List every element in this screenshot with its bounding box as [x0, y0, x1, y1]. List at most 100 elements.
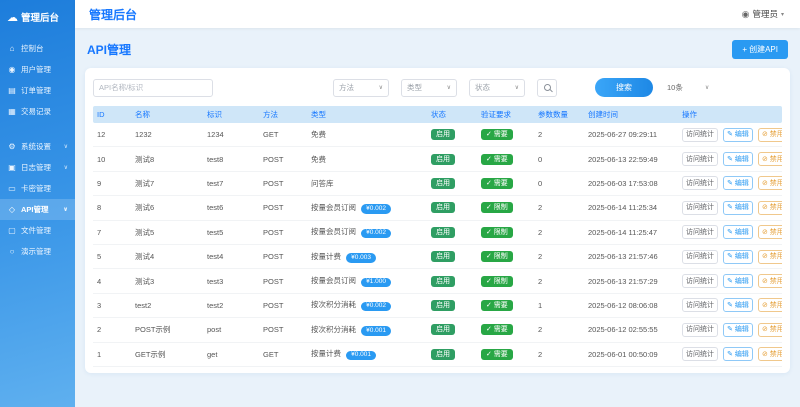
- sidebar-item-demo[interactable]: ○ 演示管理: [0, 241, 75, 262]
- cell-code: get: [207, 349, 218, 359]
- column-header: ID: [97, 110, 105, 119]
- disable-button[interactable]: ⊘ 禁用: [758, 322, 782, 337]
- cell-created: 2025-06-27 09:29:11: [588, 130, 658, 140]
- type-text: 免费: [311, 130, 326, 140]
- cell-method: POST: [263, 325, 284, 335]
- sidebar-item-icon: ▭: [8, 184, 16, 193]
- type-text: 按量计费: [311, 251, 341, 261]
- edit-button[interactable]: ✎ 编辑: [723, 152, 753, 167]
- edit-button[interactable]: ✎ 编辑: [723, 298, 753, 313]
- type-text: 按量计费: [311, 349, 341, 359]
- sidebar-item-settings[interactable]: ⚙ 系统设置 ∨: [0, 136, 75, 157]
- disable-button[interactable]: ⊘ 禁用: [758, 249, 782, 264]
- disable-button[interactable]: ⊘ 禁用: [758, 152, 782, 167]
- cell-status: 启用: [427, 348, 477, 360]
- cell-actions: 访问统计 ✎ 编辑 ⊘ 禁用 ✗ 删除: [678, 176, 782, 191]
- cell-code: 1234: [207, 130, 224, 140]
- cell-name: test2: [135, 300, 152, 310]
- cell-code: test7: [207, 178, 224, 188]
- sidebar-item-orders[interactable]: ▤ 订单管理: [0, 80, 75, 101]
- chevron-down-icon: ∨: [63, 144, 68, 150]
- disable-button[interactable]: ⊘ 禁用: [758, 200, 782, 215]
- cell-name: 测试4: [135, 252, 155, 262]
- method-filter-select[interactable]: 方法 ∨: [333, 78, 389, 97]
- cell-params: 2: [538, 349, 543, 359]
- cell-id: 12: [97, 130, 106, 140]
- create-api-button[interactable]: + 创建API: [732, 40, 788, 59]
- cell-actions: 访问统计 ✎ 编辑 ⊘ 禁用 ✗ 删除: [678, 249, 782, 264]
- table-header-row: ID 名称 标识 方法 类型 状态 验证要求 参数数量 创建时间 操作: [93, 106, 782, 123]
- sidebar-item-users[interactable]: ◉ 用户管理: [0, 59, 75, 80]
- search-button[interactable]: 搜索: [595, 78, 653, 97]
- edit-button[interactable]: ✎ 编辑: [723, 127, 753, 142]
- header-title: 管理后台: [89, 7, 138, 22]
- verify-badge: ✓ 限制: [481, 275, 513, 287]
- edit-button[interactable]: ✎ 编辑: [723, 249, 753, 264]
- cell-method: GET: [263, 130, 279, 140]
- cell-type: 按量计费 ¥0.001: [307, 348, 427, 361]
- table-row: 1 GET示例 get GET 按量计费 ¥0.001 启用 ✓ 需要 2 20…: [93, 343, 782, 367]
- sidebar-item-logs[interactable]: ▣ 日志管理 ∨: [0, 157, 75, 178]
- stats-button[interactable]: 访问统计: [682, 127, 718, 142]
- page-size-select[interactable]: 10条 ∨: [667, 82, 709, 93]
- sidebar-item-trades[interactable]: ▦ 交易记录: [0, 101, 75, 122]
- stats-button[interactable]: 访问统计: [682, 200, 718, 215]
- stats-button[interactable]: 访问统计: [682, 249, 718, 264]
- stats-button[interactable]: 访问统计: [682, 274, 718, 289]
- cell-created: 2025-06-12 02:55:55: [588, 325, 658, 335]
- keyword-search-input[interactable]: [93, 78, 213, 97]
- stats-button[interactable]: 访问统计: [682, 322, 718, 337]
- edit-button[interactable]: ✎ 编辑: [723, 322, 753, 337]
- disable-button[interactable]: ⊘ 禁用: [758, 274, 782, 289]
- stats-button[interactable]: 访问统计: [682, 176, 718, 191]
- status-badge: 启用: [431, 348, 455, 360]
- cell-actions: 访问统计 ✎ 编辑 ⊘ 禁用 ✗ 删除: [678, 152, 782, 167]
- user-menu[interactable]: ◉ 管理员 ▾: [742, 8, 784, 20]
- disable-button[interactable]: ⊘ 禁用: [758, 176, 782, 191]
- disable-button[interactable]: ⊘ 禁用: [758, 127, 782, 142]
- disable-button[interactable]: ⊘ 禁用: [758, 298, 782, 313]
- sidebar-item-icon: ▤: [8, 86, 16, 95]
- edit-button[interactable]: ✎ 编辑: [723, 225, 753, 240]
- cell-id: 1: [97, 349, 102, 359]
- cell-code: test2: [207, 300, 224, 310]
- cell-name: POST示例: [135, 325, 171, 335]
- sidebar-item-label: API管理: [21, 205, 49, 214]
- edit-button[interactable]: ✎ 编辑: [723, 200, 753, 215]
- sidebar-item-console[interactable]: ⌂ 控制台: [0, 38, 75, 59]
- cell-actions: 访问统计 ✎ 编辑 ⊘ 禁用 ✗ 删除: [678, 298, 782, 313]
- sidebar-item-files[interactable]: ▢ 文件管理: [0, 220, 75, 241]
- cell-verify: ✓ 需要: [477, 348, 534, 360]
- cell-actions: 访问统计 ✎ 编辑 ⊘ 禁用 ✗ 删除: [678, 274, 782, 289]
- type-filter-select[interactable]: 类型 ∨: [401, 78, 457, 97]
- table-row: 10 测试8 test8 POST 免费 启用 ✓ 需要 0 2025-06-1…: [93, 147, 782, 172]
- cell-id: 5: [97, 252, 102, 262]
- price-badge: ¥0.003: [346, 253, 376, 263]
- cell-created: 2025-06-13 22:59:49: [588, 154, 658, 164]
- app-window: ☁ 管理后台 ⌂ 控制台 ◉ 用户管理 ▤ 订单管理 ▦ 交易记录 ⚙ 系统设置…: [0, 0, 800, 407]
- edit-button[interactable]: ✎ 编辑: [723, 274, 753, 289]
- stats-button[interactable]: 访问统计: [682, 152, 718, 167]
- status-filter-select[interactable]: 状态 ∨: [469, 78, 525, 97]
- cell-params: 2: [538, 276, 543, 286]
- disable-button[interactable]: ⊘ 禁用: [758, 347, 782, 362]
- verify-badge: ✓ 需要: [481, 177, 513, 189]
- filter-bar: 方法 ∨ 类型 ∨ 状态 ∨ 搜索: [93, 78, 782, 97]
- verify-badge: ✓ 需要: [481, 129, 513, 141]
- cell-method: POST: [263, 276, 284, 286]
- edit-button[interactable]: ✎ 编辑: [723, 347, 753, 362]
- sidebar-item-api[interactable]: ◇ API管理 ∨: [0, 199, 75, 220]
- stats-button[interactable]: 访问统计: [682, 298, 718, 313]
- disable-button[interactable]: ⊘ 禁用: [758, 225, 782, 240]
- stats-button[interactable]: 访问统计: [682, 347, 718, 362]
- cell-status: 启用: [427, 153, 477, 165]
- cell-id: 10: [97, 154, 106, 164]
- stats-button[interactable]: 访问统计: [682, 225, 718, 240]
- page-title: API管理: [87, 43, 132, 57]
- type-text: 问答库: [311, 178, 334, 188]
- quick-search-button[interactable]: [537, 78, 557, 97]
- sidebar-item-cards[interactable]: ▭ 卡密管理: [0, 178, 75, 199]
- table-body: 12 1232 1234 GET 免费 启用 ✓ 需要 2 2025-06-27…: [93, 123, 782, 367]
- cell-id: 3: [97, 300, 102, 310]
- edit-button[interactable]: ✎ 编辑: [723, 176, 753, 191]
